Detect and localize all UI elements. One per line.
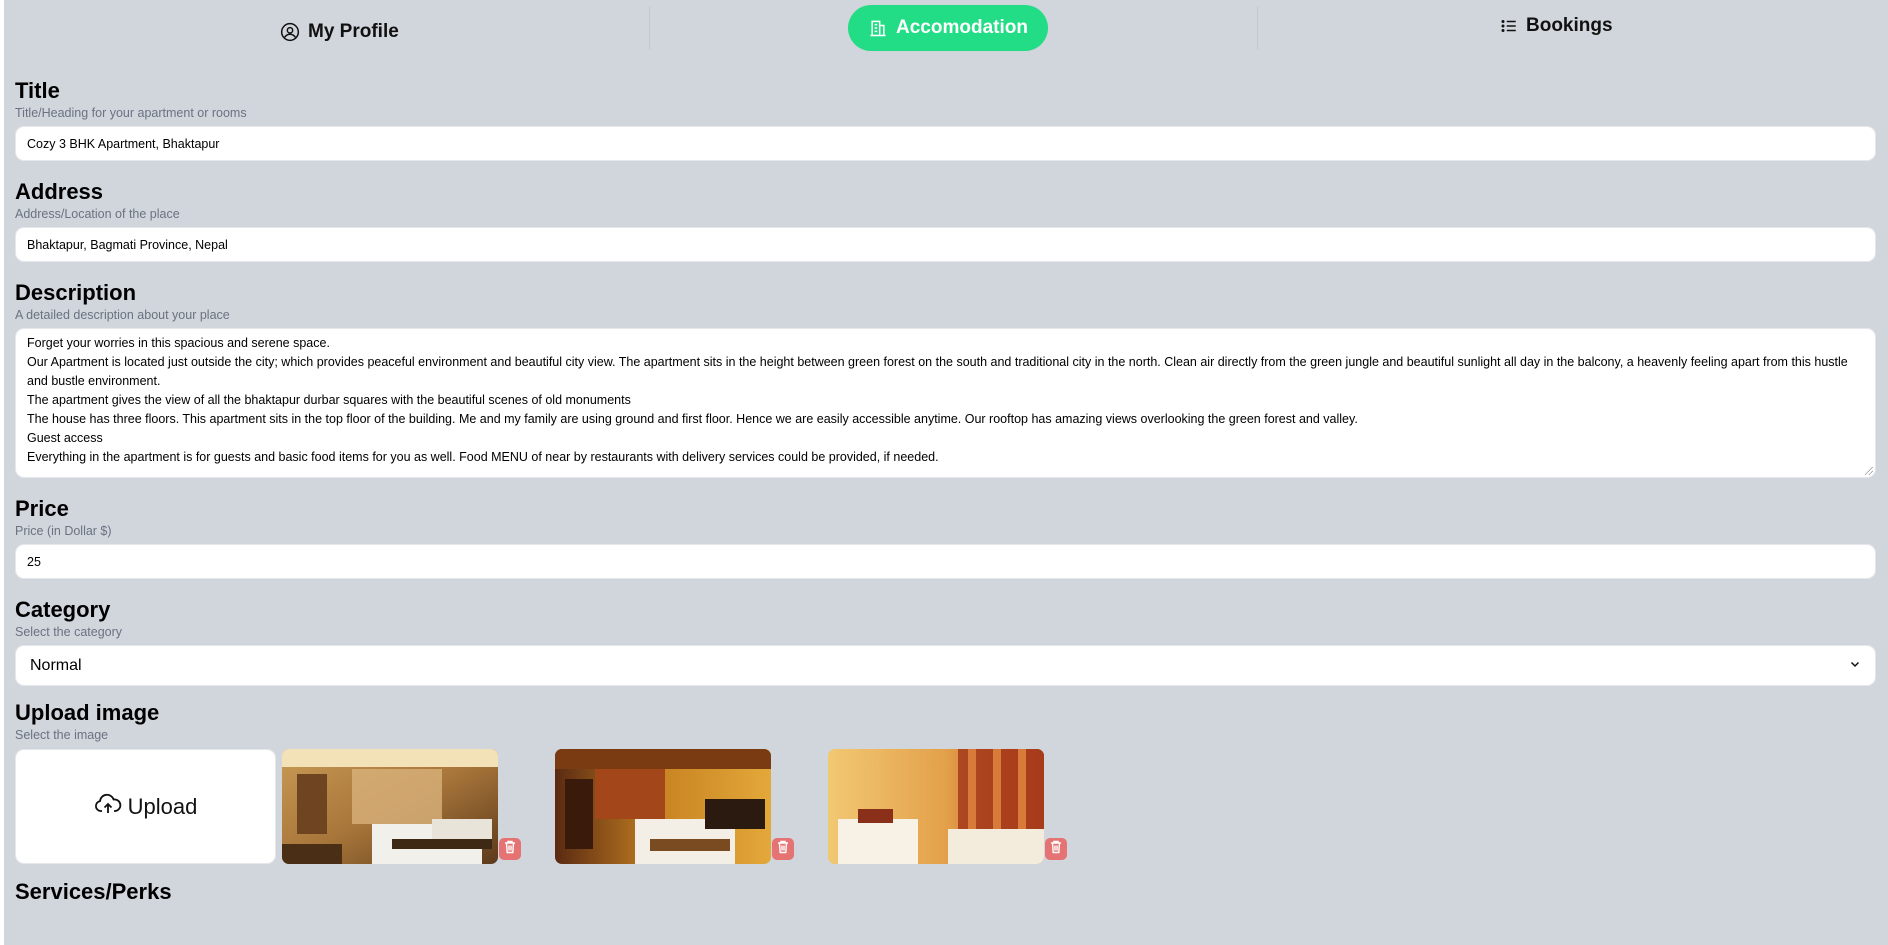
nav-divider [1257, 6, 1258, 50]
room-photo [555, 749, 771, 864]
cloud-upload-icon [94, 792, 122, 822]
chevron-down-icon [1849, 657, 1861, 675]
category-selected-value: Normal [30, 656, 82, 674]
top-navigation: My Profile Accomodation Bookings [4, 0, 1888, 56]
category-select[interactable]: Normal [15, 645, 1876, 686]
price-input[interactable]: 25 [15, 544, 1876, 579]
uploaded-image [828, 749, 1067, 864]
description-textarea[interactable]: Forget your worries in this spacious and… [15, 328, 1876, 478]
nav-bookings[interactable]: Bookings [1500, 12, 1613, 40]
nav-bookings-label: Bookings [1526, 15, 1613, 36]
title-hint: Title/Heading for your apartment or room… [15, 106, 247, 120]
user-circle-icon [280, 22, 300, 42]
room-photo [828, 749, 1044, 864]
category-heading: Category [15, 597, 111, 622]
nav-accommodation[interactable]: Accomodation [848, 5, 1048, 51]
description-text: Forget your worries in this spacious and… [27, 336, 1848, 464]
delete-image-button[interactable] [772, 838, 794, 860]
resize-handle[interactable] [1865, 467, 1873, 475]
delete-image-button[interactable] [499, 838, 521, 860]
uploaded-image [282, 749, 521, 864]
services-heading: Services/Perks [15, 879, 172, 904]
nav-divider [649, 6, 650, 50]
image-gallery: Upload [15, 749, 1876, 864]
left-edge [0, 0, 4, 945]
title-heading: Title [15, 78, 60, 103]
upload-button[interactable]: Upload [15, 749, 276, 864]
accommodation-form: Title Title/Heading for your apartment o… [15, 78, 1876, 905]
nav-my-profile[interactable]: My Profile [280, 18, 399, 46]
price-hint: Price (in Dollar $) [15, 524, 112, 538]
nav-my-profile-label: My Profile [308, 21, 399, 42]
title-input[interactable]: Cozy 3 BHK Apartment, Bhaktapur [15, 126, 1876, 161]
upload-button-label: Upload [127, 793, 198, 819]
upload-hint: Select the image [15, 728, 109, 742]
address-input[interactable]: Bhaktapur, Bagmati Province, Nepal [15, 227, 1876, 262]
trash-icon [1050, 840, 1062, 859]
building-icon [868, 18, 888, 38]
delete-image-button[interactable] [1045, 838, 1067, 860]
list-icon [1500, 17, 1518, 35]
description-heading: Description [15, 280, 137, 305]
trash-icon [504, 840, 516, 859]
category-hint: Select the category [15, 625, 123, 639]
price-heading: Price [15, 496, 69, 521]
address-hint: Address/Location of the place [15, 207, 180, 221]
description-hint: A detailed description about your place [15, 308, 230, 322]
room-photo [282, 749, 498, 864]
nav-accommodation-label: Accomodation [896, 17, 1028, 38]
upload-heading: Upload image [15, 700, 160, 725]
uploaded-image [555, 749, 794, 864]
address-heading: Address [15, 179, 104, 204]
trash-icon [777, 840, 789, 859]
